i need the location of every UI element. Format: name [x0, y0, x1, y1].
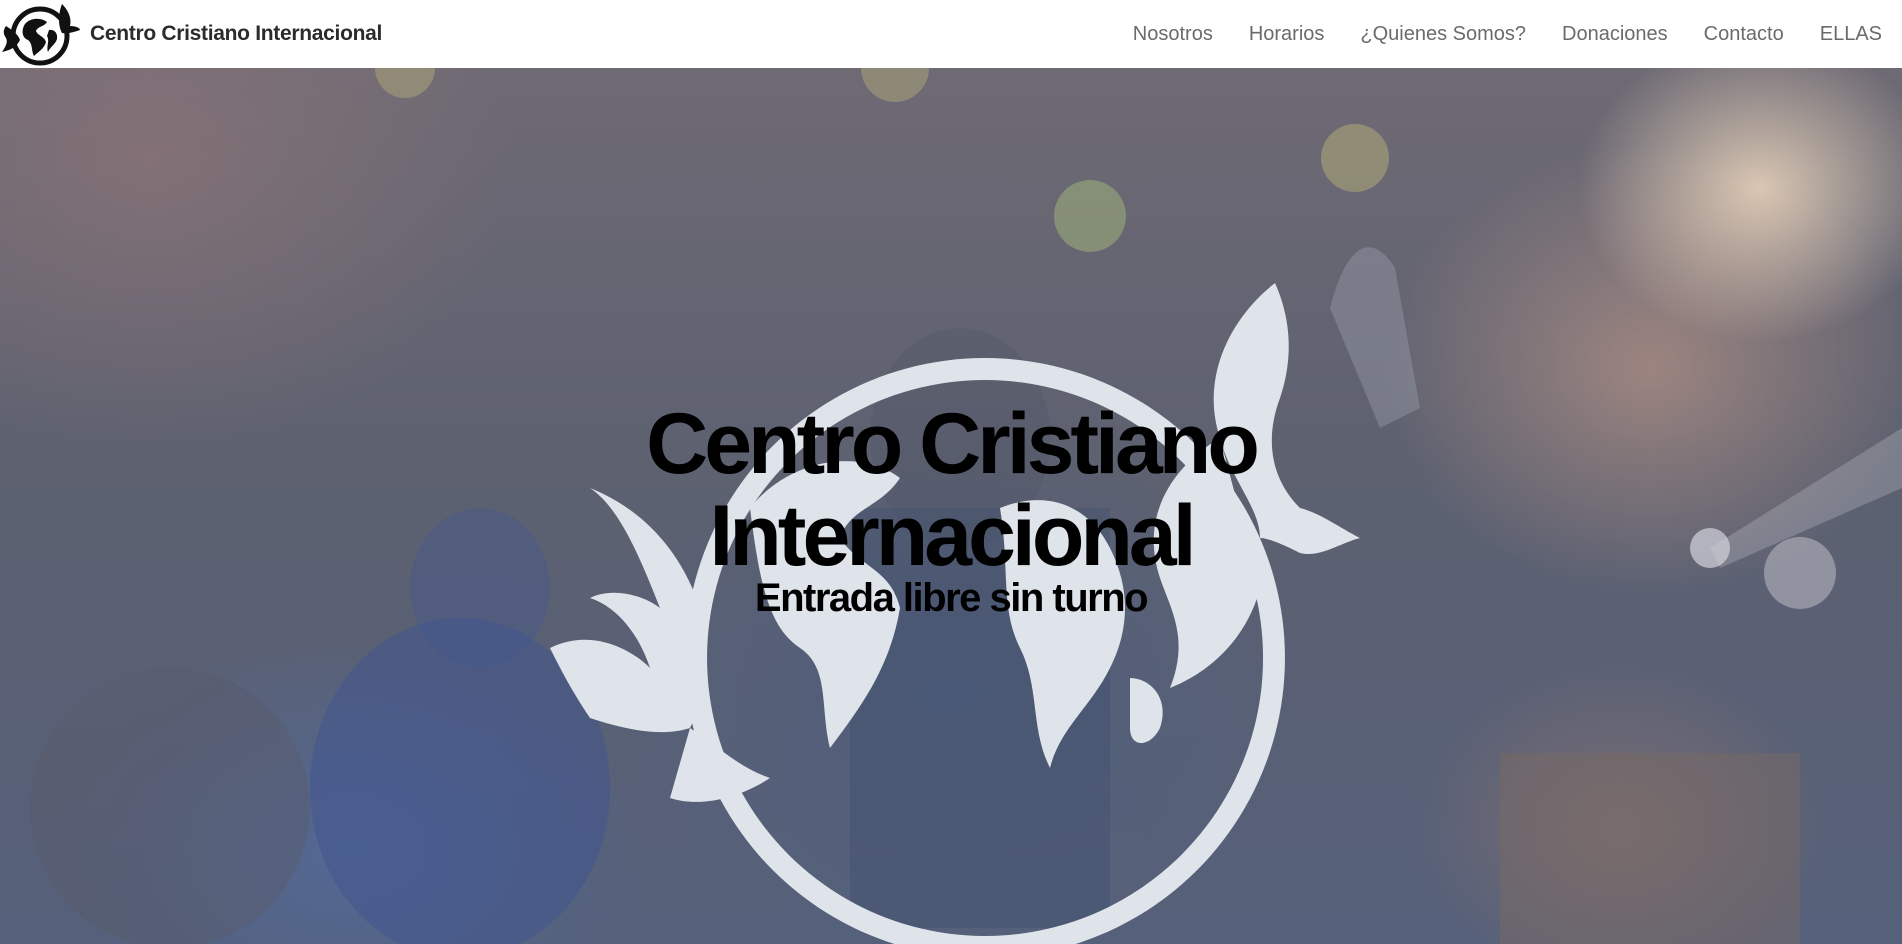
- dove-globe-logo-icon: [2, 4, 80, 66]
- nav-item-horarios[interactable]: Horarios: [1249, 23, 1325, 46]
- nav-item-contacto[interactable]: Contacto: [1704, 23, 1784, 46]
- hero-section: Centro Cristiano Internacional Entrada l…: [0, 68, 1902, 944]
- navbar: Centro Cristiano Internacional Nosotros …: [0, 0, 1902, 68]
- hero-subtitle: Entrada libre sin turno: [754, 576, 1149, 620]
- hero-heading-block: Centro Cristiano Internacional Entrada l…: [0, 398, 1902, 620]
- hero-title-line1: Centro Cristiano: [646, 396, 1260, 492]
- main-nav: Nosotros Horarios ¿Quienes Somos? Donaci…: [1097, 0, 1902, 68]
- nav-item-ellas[interactable]: ELLAS: [1820, 23, 1882, 46]
- nav-item-nosotros[interactable]: Nosotros: [1133, 23, 1213, 46]
- brand-link[interactable]: Centro Cristiano Internacional: [0, 0, 382, 68]
- brand-name: Centro Cristiano Internacional: [90, 22, 383, 45]
- nav-item-donaciones[interactable]: Donaciones: [1562, 23, 1668, 46]
- hero-title-line2: Internacional: [709, 488, 1196, 584]
- hero-title: Centro Cristiano Internacional: [0, 398, 1902, 582]
- nav-item-quienes-somos[interactable]: ¿Quienes Somos?: [1360, 23, 1526, 46]
